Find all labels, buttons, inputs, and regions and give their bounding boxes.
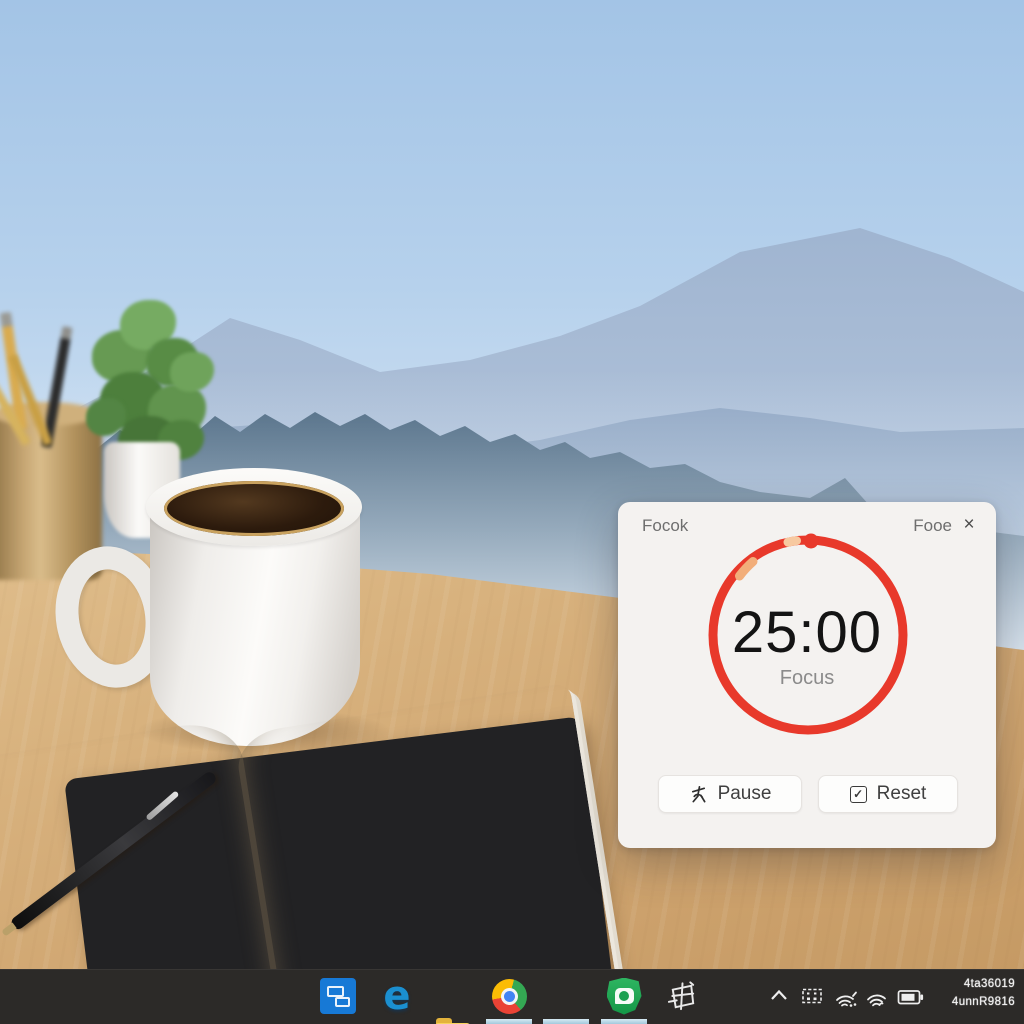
active-indicator-notes [543, 1019, 589, 1024]
taskbar-icon-sketch[interactable] [664, 978, 700, 1014]
clock-time: 4ta36019 [952, 976, 1015, 994]
taskbar-icon-edge[interactable]: e [379, 978, 415, 1014]
reset-button-label: Reset [877, 783, 927, 805]
show-hidden-icons-button[interactable] [768, 987, 790, 1009]
close-icon[interactable]: × [956, 512, 982, 538]
coffee-surface [164, 481, 344, 536]
boxed-check-icon: ✓ [850, 786, 867, 803]
window-title: Focok [642, 516, 688, 536]
chrome-icon [492, 979, 527, 1014]
active-indicator-chrome [486, 1019, 532, 1024]
pause-button[interactable]: Pause [658, 775, 802, 813]
chat-icon [607, 978, 642, 1015]
sketch-icon [666, 980, 699, 1013]
taskbar-icon-task-view[interactable] [320, 978, 356, 1014]
focus-timer-window: Focok Fooe × 25:00 Focus Pause ✓ Re [618, 502, 996, 848]
touch-keyboard-button[interactable] [801, 987, 823, 1010]
taskbar: e [0, 969, 1024, 1024]
wifi-icon [865, 987, 891, 1008]
reset-button[interactable]: ✓ Reset [818, 775, 958, 813]
tray-clock[interactable]: 4ta36019 4unnR9816 [952, 976, 1015, 1012]
session-label: Focus [618, 667, 996, 690]
network-status-button[interactable] [834, 987, 861, 1013]
battery-icon [897, 987, 925, 1007]
chevron-up-icon [768, 987, 790, 1004]
wifi-button[interactable] [865, 987, 891, 1013]
clock-date: 4unnR9816 [952, 994, 1015, 1012]
ring-knob[interactable] [804, 534, 819, 549]
timer-countdown: 25:00 [618, 599, 996, 666]
window-title-right: Fooe [913, 516, 952, 536]
taskbar-icon-chat[interactable] [606, 978, 642, 1014]
taskbar-icon-chrome[interactable] [491, 978, 527, 1014]
taskbar-icon-file-explorer[interactable] [435, 1014, 471, 1024]
battery-button[interactable] [897, 987, 925, 1012]
wifi-signal-alt-icon [834, 987, 861, 1008]
edge-icon: e [383, 976, 410, 1016]
pause-button-label: Pause [718, 783, 772, 805]
desktop: Focok Fooe × 25:00 Focus Pause ✓ Re [0, 0, 1024, 1024]
runner-glyph-icon [689, 785, 708, 804]
active-indicator-chat [601, 1019, 647, 1024]
touch-keyboard-icon [801, 987, 823, 1005]
